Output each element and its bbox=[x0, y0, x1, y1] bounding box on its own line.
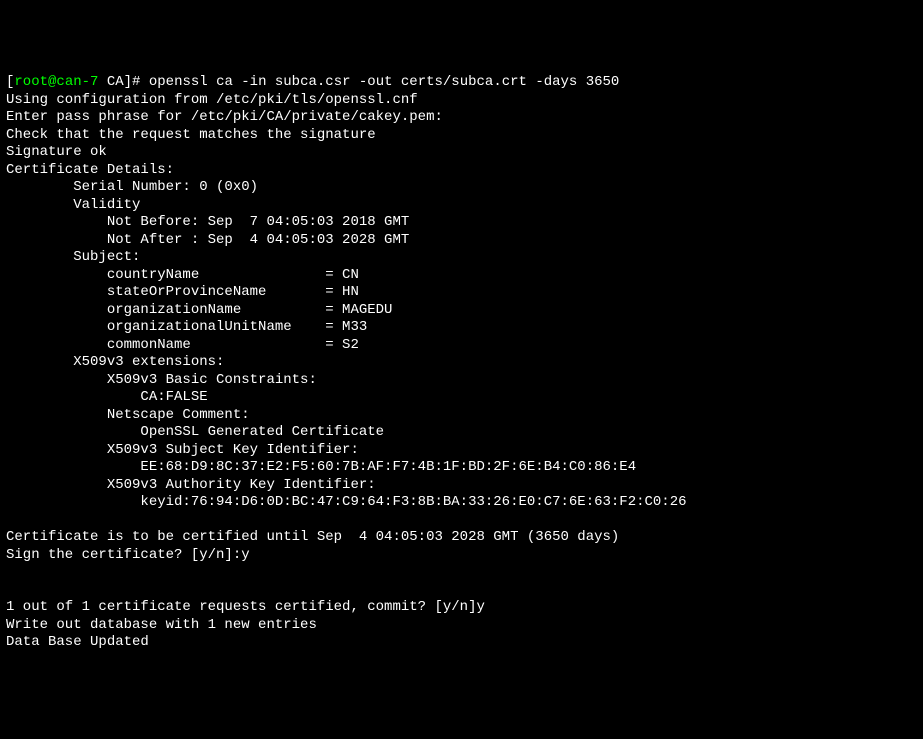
output-subject: Subject: bbox=[6, 249, 140, 265]
prompt-line[interactable]: [root@can-7 CA]# openssl ca -in subca.cs… bbox=[6, 74, 619, 90]
output-sign-prompt[interactable]: Sign the certificate? [y/n]:y bbox=[6, 547, 250, 563]
output-db-updated: Data Base Updated bbox=[6, 634, 149, 650]
output-subj-key-val: EE:68:D9:8C:37:E2:F5:60:7B:AF:F7:4B:1F:B… bbox=[6, 459, 636, 475]
output-cn: commonName = S2 bbox=[6, 337, 359, 353]
output-not-before: Not Before: Sep 7 04:05:03 2018 GMT bbox=[6, 214, 409, 230]
output-auth-key-val: keyid:76:94:D6:0D:BC:47:C9:64:F3:8B:BA:3… bbox=[6, 494, 687, 510]
output-ou: organizationalUnitName = M33 bbox=[6, 319, 367, 335]
bracket-close: ]# bbox=[124, 74, 149, 90]
output-netscape-hdr: Netscape Comment: bbox=[6, 407, 258, 423]
user-host: root@can-7 bbox=[14, 74, 98, 90]
output-cert-details: Certificate Details: bbox=[6, 162, 174, 178]
prompt-dir: CA bbox=[98, 74, 123, 90]
output-write-db: Write out database with 1 new entries bbox=[6, 617, 317, 633]
output-basic-constraints-hdr: X509v3 Basic Constraints: bbox=[6, 372, 325, 388]
output-not-after: Not After : Sep 4 04:05:03 2028 GMT bbox=[6, 232, 409, 248]
output-auth-key-hdr: X509v3 Authority Key Identifier: bbox=[6, 477, 384, 493]
output-org: organizationName = MAGEDU bbox=[6, 302, 392, 318]
output-country: countryName = CN bbox=[6, 267, 359, 283]
output-subj-key-hdr: X509v3 Subject Key Identifier: bbox=[6, 442, 367, 458]
output-certified-until: Certificate is to be certified until Sep… bbox=[6, 529, 619, 545]
output-validity: Validity bbox=[6, 197, 140, 213]
output-x509-ext: X509v3 extensions: bbox=[6, 354, 224, 370]
output-signature-ok: Signature ok bbox=[6, 144, 107, 160]
output-check-line: Check that the request matches the signa… bbox=[6, 127, 376, 143]
command-text: openssl ca -in subca.csr -out certs/subc… bbox=[149, 74, 619, 90]
output-commit-prompt[interactable]: 1 out of 1 certificate requests certifie… bbox=[6, 599, 485, 615]
output-serial: Serial Number: 0 (0x0) bbox=[6, 179, 258, 195]
output-passphrase-line: Enter pass phrase for /etc/pki/CA/privat… bbox=[6, 109, 443, 125]
output-config-line: Using configuration from /etc/pki/tls/op… bbox=[6, 92, 418, 108]
terminal-output: [root@can-7 CA]# openssl ca -in subca.cs… bbox=[6, 74, 917, 652]
output-ca-false: CA:FALSE bbox=[6, 389, 208, 405]
output-state: stateOrProvinceName = HN bbox=[6, 284, 359, 300]
output-netscape-val: OpenSSL Generated Certificate bbox=[6, 424, 384, 440]
